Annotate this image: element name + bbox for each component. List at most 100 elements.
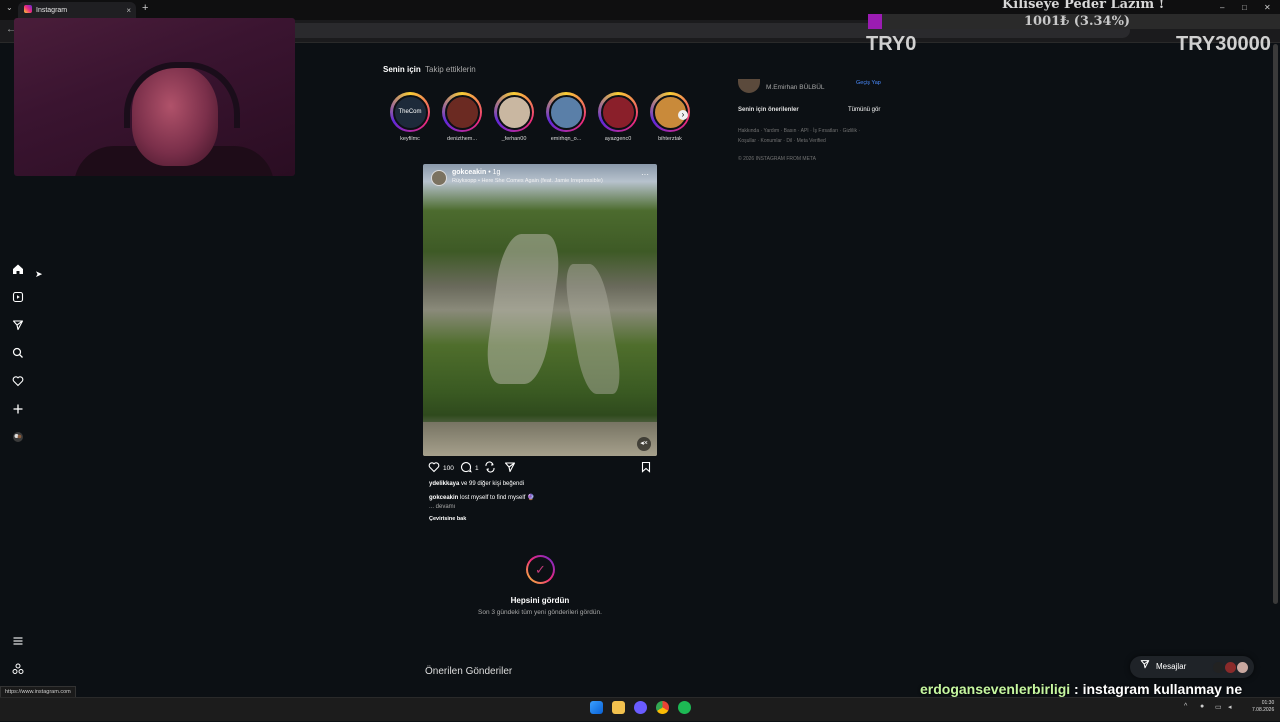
liked-by-rest: ve 99 diğer kişi beğendi — [459, 481, 525, 487]
comment-count: 1 — [475, 465, 479, 472]
footer-links[interactable]: Hakkında · Yardım · Basın · API · İş Fır… — [738, 128, 860, 134]
window-minimize-button[interactable]: – — [1220, 3, 1224, 12]
caption-username[interactable]: gokceakin — [429, 495, 458, 501]
story-item[interactable]: TheCom keyfilmc — [388, 92, 432, 142]
window-maximize-button[interactable]: □ — [1242, 3, 1247, 12]
caught-up-title: Hepsini gördün — [510, 596, 570, 605]
message-avatar — [1236, 661, 1249, 674]
liked-by[interactable]: ydelikkaya ve 99 diğer kişi beğendi — [429, 481, 524, 487]
instagram-favicon-icon — [24, 5, 32, 13]
browser-tab[interactable]: Instagram × — [18, 2, 136, 19]
see-all-link[interactable]: Tümünü gör — [848, 107, 880, 113]
repost-icon[interactable] — [484, 461, 496, 476]
like-icon[interactable] — [428, 461, 440, 476]
share-icon[interactable] — [504, 461, 516, 476]
comment-icon[interactable] — [460, 461, 472, 476]
post-media-rock — [482, 234, 564, 384]
story-avatar — [600, 94, 636, 130]
heart-icon[interactable] — [11, 375, 25, 389]
story-username: _ferhan00 — [501, 136, 527, 142]
story-username: emirhqn_o... — [550, 136, 582, 142]
clock[interactable]: 01:30 7.08.2026 — [1252, 700, 1274, 714]
plus-icon[interactable] — [11, 403, 25, 417]
story-item[interactable]: emirhqn_o... — [544, 92, 588, 142]
story-item[interactable]: _ferhan00 — [492, 92, 536, 142]
post-media-rock — [561, 264, 625, 394]
send-icon — [1140, 659, 1150, 672]
webcam-overlay — [14, 18, 295, 176]
story-ring — [546, 92, 586, 132]
user-avatar[interactable] — [738, 79, 760, 93]
headphones-icon — [124, 62, 240, 128]
post-time: • 1g — [488, 169, 501, 176]
new-tab-button[interactable]: + — [142, 2, 148, 14]
network-icon[interactable]: ▭ — [1215, 703, 1222, 711]
story-username: denizthem... — [447, 136, 477, 142]
search-icon[interactable] — [11, 347, 25, 361]
checkmark-icon: ✓ — [526, 555, 555, 584]
messages-label: Mesajlar — [1156, 662, 1187, 671]
switch-account-link[interactable]: Geçiş Yap — [856, 80, 881, 86]
discord-icon[interactable] — [634, 701, 647, 714]
story-item[interactable]: denizthem... — [440, 92, 484, 142]
story-ring — [494, 92, 534, 132]
post-audio[interactable]: Rüyksopp • Here She Comes Again (feat. J… — [452, 178, 603, 184]
translate-link[interactable]: Çevirisine bak — [429, 516, 466, 522]
story-ring — [442, 92, 482, 132]
caption-text: lost myself to find myself 🔮 — [458, 495, 535, 501]
footer-links[interactable]: Koşullar · Konumlar · Dil · Meta Verifie… — [738, 138, 826, 144]
clock-date: 7.08.2026 — [1252, 707, 1275, 713]
profile-avatar-icon[interactable] — [11, 431, 25, 445]
tab-following[interactable]: Takip ettiklerin — [425, 65, 476, 74]
tab-list-icon[interactable]: ⌄ — [6, 3, 13, 12]
post-author-avatar[interactable] — [431, 170, 447, 186]
story-ring: TheCom — [390, 92, 430, 132]
volume-icon[interactable]: ◂ — [1228, 703, 1232, 711]
save-icon[interactable] — [640, 461, 652, 476]
caught-up-subtitle: Son 3 gündeki tüm yeni gönderileri gördü… — [478, 609, 602, 616]
donation-amount: 1001₺ (3.34%) — [1024, 14, 1131, 29]
browser-tab-title: Instagram — [36, 7, 68, 14]
reels-icon[interactable] — [11, 291, 25, 305]
chrome-icon[interactable] — [656, 701, 669, 714]
stories-next-icon[interactable]: › — [678, 110, 688, 120]
donation-min: TRY0 — [866, 33, 917, 55]
page-scrollbar[interactable] — [1273, 44, 1278, 604]
post-media-ground — [423, 422, 657, 456]
clock-time: 01:30 — [1261, 700, 1275, 706]
story-item[interactable]: ayazgenc0 — [596, 92, 640, 142]
apps-icon[interactable] — [11, 663, 25, 677]
post-caption: gokceakin lost myself to find myself 🔮 — [429, 494, 535, 501]
tab-for-you[interactable]: Senin için — [383, 65, 421, 74]
story-username: ayazgenc0 — [604, 136, 632, 142]
user-name[interactable]: M.Emirhan BÜLBÜL — [766, 84, 825, 91]
window-close-button[interactable]: ✕ — [1264, 3, 1271, 12]
post-author-name[interactable]: gokceakin • 1g — [452, 169, 500, 176]
post-username[interactable]: gokceakin — [452, 169, 486, 176]
chat-username: erdogansevenlerbirligi — [920, 681, 1071, 697]
tray-chevron-icon[interactable]: ^ — [1184, 703, 1187, 710]
windows-start-icon[interactable] — [590, 701, 603, 714]
home-icon[interactable] — [11, 263, 25, 277]
story-avatar — [444, 94, 480, 130]
donation-progress-fill — [868, 14, 882, 29]
story-username: keyfilmc — [400, 136, 420, 142]
mic-icon[interactable]: ● — [1200, 703, 1204, 710]
liked-by-user[interactable]: ydelikkaya — [429, 481, 459, 487]
like-count: 100 — [443, 465, 454, 472]
tab-close-icon[interactable]: × — [126, 2, 131, 19]
post-more-button[interactable]: ··· — [641, 170, 649, 179]
caption-more-link[interactable]: ... devamı — [429, 504, 455, 510]
send-icon[interactable] — [11, 319, 25, 333]
spotify-icon[interactable] — [678, 701, 691, 714]
story-avatar — [548, 94, 584, 130]
copyright: © 2026 INSTAGRAM FROM META — [738, 156, 816, 162]
story-username: bihterztak — [658, 136, 682, 142]
mute-icon[interactable]: ◂× — [637, 437, 651, 451]
donation-title: Kiliseye Peder Lazım ! — [1002, 0, 1165, 12]
post-media[interactable] — [423, 164, 657, 456]
file-explorer-icon[interactable] — [612, 701, 625, 714]
mouse-cursor-icon: ➤ — [35, 269, 43, 279]
story-avatar: TheCom — [392, 94, 428, 130]
menu-icon[interactable] — [11, 635, 25, 649]
